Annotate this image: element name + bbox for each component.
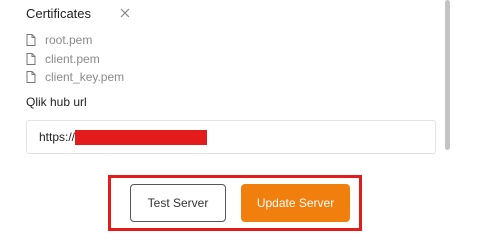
file-icon	[26, 70, 38, 84]
file-name: client.pem	[45, 51, 100, 66]
file-name: root.pem	[45, 33, 93, 48]
file-item-root: root.pem	[26, 31, 124, 50]
file-icon	[26, 33, 38, 47]
redaction-mark	[75, 129, 208, 145]
certificates-title: Certificates	[26, 6, 92, 21]
hub-url-value: https://	[39, 130, 76, 144]
update-server-button[interactable]: Update Server	[241, 184, 350, 222]
hub-url-label: Qlik hub url	[26, 95, 87, 109]
close-icon[interactable]	[118, 6, 132, 20]
scrollbar-thumb[interactable]	[445, 0, 450, 150]
test-server-button[interactable]: Test Server	[130, 184, 226, 222]
file-name: client_key.pem	[45, 70, 125, 85]
file-icon	[26, 52, 38, 66]
file-item-client-key: client_key.pem	[26, 68, 124, 87]
file-item-client: client.pem	[26, 50, 124, 69]
certificate-file-list: root.pem client.pem client_key.pem	[26, 31, 124, 87]
hub-url-input[interactable]: https://	[26, 120, 436, 154]
